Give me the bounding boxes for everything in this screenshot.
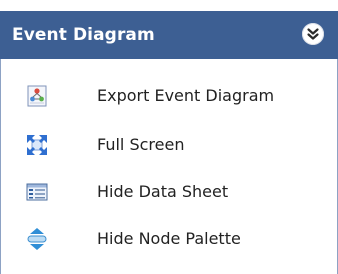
menu-item-export-event-diagram[interactable]: Export Event Diagram <box>1 76 337 116</box>
event-diagram-panel: Event Diagram Export Event Diagram Full … <box>0 0 338 274</box>
menu-item-label: Hide Node Palette <box>97 229 241 248</box>
menu-item-full-screen[interactable]: Full Screen <box>1 125 337 165</box>
menu-item-label: Hide Data Sheet <box>97 182 229 201</box>
panel-menu: Export Event Diagram Full Screen Hide Da… <box>0 59 338 274</box>
fullscreen-arrows-icon <box>25 133 49 157</box>
menu-item-label: Export Event Diagram <box>97 86 275 105</box>
double-chevron-down-icon <box>307 28 319 40</box>
panel-title: Event Diagram <box>12 25 155 45</box>
menu-item-hide-data-sheet[interactable]: Hide Data Sheet <box>1 172 337 212</box>
collapse-button[interactable] <box>302 23 324 45</box>
panel-header: Event Diagram <box>0 11 338 59</box>
data-sheet-icon <box>25 180 49 204</box>
node-palette-icon <box>25 227 49 251</box>
export-diagram-icon <box>25 84 49 108</box>
menu-item-label: Full Screen <box>97 135 185 154</box>
menu-item-hide-node-palette[interactable]: Hide Node Palette <box>1 219 337 259</box>
